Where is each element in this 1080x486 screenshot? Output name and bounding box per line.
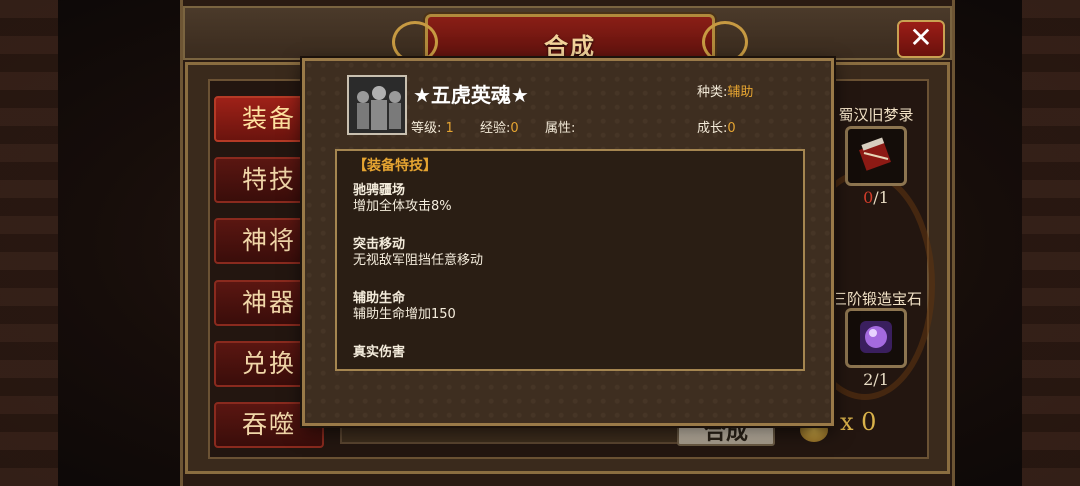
left-decor bbox=[0, 0, 58, 486]
close-button[interactable]: ✕ bbox=[897, 20, 945, 58]
skill-entry: 辅助生命 辅助生命增加150 bbox=[353, 291, 803, 323]
exp-info: 经验:0 bbox=[480, 121, 519, 136]
skill-desc: 无视敌军阻挡任意移动 bbox=[353, 253, 484, 268]
hero-info-popup: ★五虎英魂★ 种类:辅助 等级: 1 经验:0 属性: 成长:0 【装备特技】 … bbox=[302, 58, 834, 426]
skill-entry: 突击移动 无视敌军阻挡任意移动 bbox=[353, 237, 803, 269]
purple-gem-icon bbox=[860, 321, 892, 353]
attr-info: 属性: bbox=[545, 121, 576, 136]
material-count: 2/1 bbox=[863, 370, 889, 389]
hero-group-icon bbox=[349, 77, 405, 133]
book-scroll-icon bbox=[859, 137, 891, 171]
skill-desc: 辅助生命增加150 bbox=[353, 307, 456, 322]
coin-count: x 0 bbox=[840, 408, 877, 436]
material-slot[interactable] bbox=[845, 126, 907, 186]
window-title: 合成 bbox=[544, 33, 596, 61]
material-name: 蜀汉旧梦录 bbox=[838, 106, 914, 124]
skill-entry: 驰骋疆场 增加全体攻击8% bbox=[353, 183, 803, 215]
skills-section-title: 【装备特技】 bbox=[353, 158, 437, 174]
skill-desc: 增加全体攻击8% bbox=[353, 199, 452, 214]
window-title-bar: 合成 ✕ bbox=[183, 6, 952, 63]
hero-portrait bbox=[347, 75, 407, 135]
hero-name: ★五虎英魂★ bbox=[413, 83, 529, 107]
title-plaque: 合成 bbox=[392, 14, 748, 63]
right-decor bbox=[1022, 0, 1080, 486]
game-screen: 合成 ✕ 装备 特技 神将 神器 兑换 吞噬 蜀汉旧梦录 0/1 三阶锻造宝石 … bbox=[0, 0, 1080, 486]
type-info: 种类:辅助 bbox=[697, 85, 754, 100]
skill-name: 突击移动 bbox=[353, 237, 406, 252]
skill-name: 驰骋疆场 bbox=[353, 183, 406, 198]
close-icon: ✕ bbox=[909, 21, 933, 54]
level-info: 等级: 1 bbox=[411, 121, 454, 136]
equipment-skills-box[interactable]: 【装备特技】 驰骋疆场 增加全体攻击8% 突击移动 无视敌军阻挡任意移动 辅助生… bbox=[335, 149, 805, 371]
skill-name: 辅助生命 bbox=[353, 291, 406, 306]
growth-info: 成长:0 bbox=[697, 121, 736, 136]
material-slot[interactable] bbox=[845, 308, 907, 368]
material-name: 三阶锻造宝石 bbox=[831, 290, 922, 308]
material-count: 0/1 bbox=[863, 188, 889, 207]
skill-entry: 真实伤害 bbox=[353, 345, 803, 361]
skill-name: 真实伤害 bbox=[353, 345, 406, 360]
